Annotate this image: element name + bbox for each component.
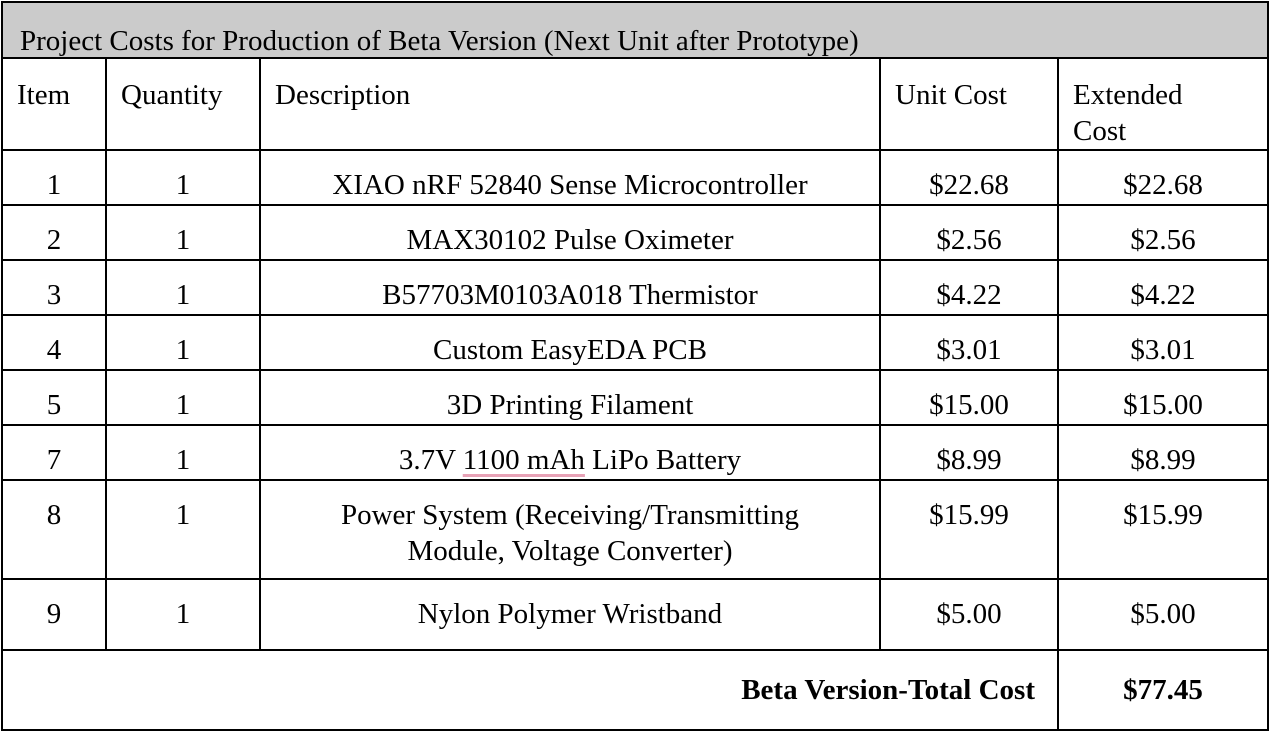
cell-item: 7 xyxy=(1,424,107,481)
cell-description: Custom EasyEDA PCB xyxy=(259,314,881,371)
total-label: Beta Version-Total Cost xyxy=(1,649,1059,731)
cell-quantity: 1 xyxy=(105,424,261,481)
table-row: 2 1 MAX30102 Pulse Oximeter $2.56 $2.56 xyxy=(1,204,1270,261)
cell-quantity: 1 xyxy=(105,479,261,580)
total-row: Beta Version-Total Cost $77.45 xyxy=(1,649,1270,731)
cell-unit-cost: $3.01 xyxy=(879,314,1059,371)
cell-unit-cost: $2.56 xyxy=(879,204,1059,261)
cell-description: B57703M0103A018 Thermistor xyxy=(259,259,881,316)
cell-description: Power System (Receiving/Transmitting Mod… xyxy=(259,479,881,580)
cell-description: Nylon Polymer Wristband xyxy=(259,578,881,651)
cell-quantity: 1 xyxy=(105,369,261,426)
cell-quantity: 1 xyxy=(105,578,261,651)
description-text: 3.7V xyxy=(398,444,463,476)
cell-extended-cost: $3.01 xyxy=(1056,314,1270,371)
cell-description: 3.7V 1100 mAh LiPo Battery xyxy=(259,424,881,481)
cell-extended-cost: $22.68 xyxy=(1056,149,1270,206)
cell-quantity: 1 xyxy=(105,259,261,316)
cell-unit-cost: $22.68 xyxy=(879,149,1059,206)
cell-unit-cost: $5.00 xyxy=(879,578,1059,651)
table-title: Project Costs for Production of Beta Ver… xyxy=(0,1,1270,59)
cell-description: XIAO nRF 52840 Sense Microcontroller xyxy=(259,149,881,206)
table-row: 7 1 3.7V 1100 mAh LiPo Battery $8.99 $8.… xyxy=(1,424,1270,481)
table-header-row: Item Quantity Description Unit Cost Exte… xyxy=(1,57,1270,151)
spellcheck-underlined-text: 1100 mAh xyxy=(462,444,585,476)
header-extended-cost: Extended Cost xyxy=(1056,57,1270,151)
cost-table: Project Costs for Production of Beta Ver… xyxy=(0,1,1270,731)
cell-extended-cost: $2.56 xyxy=(1056,204,1270,261)
cell-description: MAX30102 Pulse Oximeter xyxy=(259,204,881,261)
cell-item: 9 xyxy=(1,578,107,651)
cell-extended-cost: $4.22 xyxy=(1056,259,1270,316)
cell-item: 5 xyxy=(1,369,107,426)
table-row: 1 1 XIAO nRF 52840 Sense Microcontroller… xyxy=(1,149,1270,206)
cell-unit-cost: $8.99 xyxy=(879,424,1059,481)
header-item: Item xyxy=(1,57,107,151)
table-row: 8 1 Power System (Receiving/Transmitting… xyxy=(1,479,1270,580)
table-row: 4 1 Custom EasyEDA PCB $3.01 $3.01 xyxy=(1,314,1270,371)
header-quantity: Quantity xyxy=(105,57,261,151)
table-title-row: Project Costs for Production of Beta Ver… xyxy=(0,1,1270,59)
cell-unit-cost: $15.99 xyxy=(879,479,1059,580)
cell-description: 3D Printing Filament xyxy=(259,369,881,426)
table-row: 3 1 B57703M0103A018 Thermistor $4.22 $4.… xyxy=(1,259,1270,316)
cell-item: 1 xyxy=(1,149,107,206)
cell-item: 2 xyxy=(1,204,107,261)
cell-item: 3 xyxy=(1,259,107,316)
cell-extended-cost: $15.00 xyxy=(1056,369,1270,426)
cell-item: 8 xyxy=(1,479,107,580)
table-row: 5 1 3D Printing Filament $15.00 $15.00 xyxy=(1,369,1270,426)
header-description: Description xyxy=(259,57,881,151)
cell-quantity: 1 xyxy=(105,204,261,261)
cell-quantity: 1 xyxy=(105,314,261,371)
total-value: $77.45 xyxy=(1056,649,1270,731)
cell-quantity: 1 xyxy=(105,149,261,206)
table-row: 9 1 Nylon Polymer Wristband $5.00 $5.00 xyxy=(1,578,1270,651)
cell-unit-cost: $4.22 xyxy=(879,259,1059,316)
header-unit-cost: Unit Cost xyxy=(879,57,1059,151)
cell-extended-cost: $15.99 xyxy=(1056,479,1270,580)
cell-unit-cost: $15.00 xyxy=(879,369,1059,426)
cell-extended-cost: $8.99 xyxy=(1056,424,1270,481)
cell-extended-cost: $5.00 xyxy=(1056,578,1270,651)
cell-item: 4 xyxy=(1,314,107,371)
description-text: LiPo Battery xyxy=(584,444,742,476)
